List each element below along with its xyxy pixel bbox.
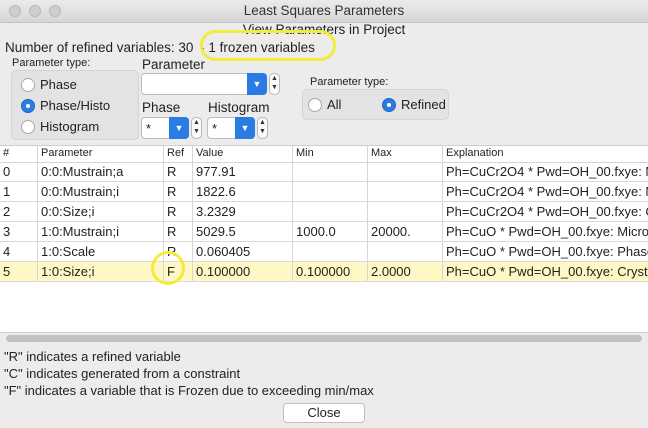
cell-parameter: 0:0:Size;i	[38, 202, 164, 221]
title-bar: Least Squares Parameters	[0, 0, 648, 23]
col-header-explanation[interactable]: Explanation	[443, 146, 648, 162]
cell-min[interactable]	[293, 182, 368, 201]
legend-refined: "R" indicates a refined variable	[4, 349, 181, 364]
chevron-down-icon[interactable]: ▼	[247, 73, 267, 95]
col-header-ref[interactable]: Ref	[164, 146, 193, 162]
cell-min[interactable]: 0.100000	[293, 262, 368, 281]
cell-ref: R	[164, 182, 193, 201]
parameter-stepper[interactable]: ▲ ▼	[269, 73, 280, 95]
radio-histogram-dot[interactable]	[21, 120, 35, 134]
refined-count-text: Number of refined variables: 30	[5, 40, 194, 55]
cell-index: 1	[0, 182, 38, 201]
cell-parameter: 1:0:Size;i	[38, 262, 164, 281]
cell-index: 3	[0, 222, 38, 241]
phase-select[interactable]: * ▼	[141, 117, 189, 139]
cell-min[interactable]	[293, 202, 368, 221]
frozen-highlight-annotation	[200, 30, 336, 61]
cell-value[interactable]: 3.2329	[193, 202, 293, 221]
histogram-select-value: *	[212, 121, 218, 136]
cell-max[interactable]	[368, 202, 443, 221]
legend-frozen: "F" indicates a variable that is Frozen …	[4, 383, 374, 398]
param-type-label: Parameter type:	[12, 57, 91, 69]
cell-explanation: Ph=CuO * Pwd=OH_00.fxye: Microstrain	[446, 224, 648, 239]
radio-all-label: All	[327, 97, 342, 112]
cell-value[interactable]: 0.100000	[193, 262, 293, 281]
param-type-right-group: All Refined	[302, 89, 449, 120]
radio-phase-dot[interactable]	[21, 78, 35, 92]
cell-parameter: 1:0:Scale	[38, 242, 164, 261]
radio-refined-label: Refined	[401, 97, 446, 112]
cell-value[interactable]: 977.91	[193, 162, 293, 181]
parameter-label: Parameter	[142, 57, 206, 72]
cell-min[interactable]	[293, 162, 368, 181]
radio-refined-dot[interactable]	[382, 98, 396, 112]
parameter-select[interactable]: ▼	[141, 73, 267, 95]
cell-max[interactable]: 20000.	[368, 222, 443, 241]
close-button[interactable]: Close	[283, 403, 365, 423]
col-header-min[interactable]: Min	[293, 146, 368, 162]
cell-value[interactable]: 0.060405	[193, 242, 293, 261]
phase-stepper[interactable]: ▲ ▼	[191, 117, 202, 139]
chevron-down-icon[interactable]: ▼	[235, 117, 255, 139]
col-header-index[interactable]: #	[0, 146, 38, 162]
cell-parameter: 0:0:Mustrain;a	[38, 162, 164, 181]
cell-parameter: 0:0:Mustrain;i	[38, 182, 164, 201]
radio-phase-histo-dot[interactable]	[21, 99, 35, 113]
ref-highlight-annotation	[151, 251, 185, 285]
table-row[interactable]: 4 1:0:Scale R 0.060405 Ph=CuO * Pwd=OH_0…	[0, 242, 648, 262]
horizontal-scrollbar[interactable]	[6, 335, 642, 342]
cell-min[interactable]	[293, 242, 368, 261]
cell-explanation: Ph=CuO * Pwd=OH_00.fxye: Phase fraction	[446, 244, 648, 259]
cell-ref: R	[164, 202, 193, 221]
radio-all-dot[interactable]	[308, 98, 322, 112]
param-type-right-label: Parameter type:	[310, 76, 389, 88]
cell-parameter: 1:0:Mustrain;i	[38, 222, 164, 241]
cell-explanation: Ph=CuO * Pwd=OH_00.fxye: Crystallite siz…	[446, 264, 648, 279]
histogram-label: Histogram	[208, 100, 270, 115]
table-row[interactable]: 2 0:0:Size;i R 3.2329 Ph=CuCr2O4 * Pwd=O…	[0, 202, 648, 222]
histogram-select[interactable]: * ▼	[207, 117, 255, 139]
phase-select-value: *	[146, 121, 152, 136]
cell-explanation: Ph=CuCr2O4 * Pwd=OH_00.fxye: Microstrain…	[446, 164, 648, 179]
table-row[interactable]: 0 0:0:Mustrain;a R 977.91 Ph=CuCr2O4 * P…	[0, 162, 648, 182]
histogram-stepper[interactable]: ▲ ▼	[257, 117, 268, 139]
table-row[interactable]: 3 1:0:Mustrain;i R 5029.5 1000.0 20000. …	[0, 222, 648, 242]
phase-label: Phase	[142, 100, 181, 115]
col-header-parameter[interactable]: Parameter	[38, 146, 164, 162]
table-row[interactable]: 1 0:0:Mustrain;i R 1822.6 Ph=CuCr2O4 * P…	[0, 182, 648, 202]
cell-value[interactable]: 5029.5	[193, 222, 293, 241]
col-header-value[interactable]: Value	[193, 146, 293, 162]
cell-min[interactable]: 1000.0	[293, 222, 368, 241]
legend-constraint: "C" indicates generated from a constrain…	[4, 366, 241, 381]
col-header-max[interactable]: Max	[368, 146, 443, 162]
radio-phase-histo-label: Phase/Histo	[40, 98, 111, 113]
radio-histogram-label: Histogram	[40, 119, 100, 134]
cell-ref: R	[164, 222, 193, 241]
cell-index: 2	[0, 202, 38, 221]
cell-value[interactable]: 1822.6	[193, 182, 293, 201]
table-row-frozen[interactable]: 5 1:0:Size;i F 0.100000 0.100000 2.0000 …	[0, 262, 648, 282]
cell-max[interactable]: 2.0000	[368, 262, 443, 281]
cell-max[interactable]	[368, 162, 443, 181]
cell-max[interactable]	[368, 242, 443, 261]
cell-max[interactable]	[368, 182, 443, 201]
cell-index: 5	[0, 262, 38, 281]
parameters-table: # Parameter Ref Value Min Max Explanatio…	[0, 145, 648, 333]
cell-explanation: Ph=CuCr2O4 * Pwd=OH_00.fxye: Microstrain…	[446, 184, 648, 199]
cell-index: 0	[0, 162, 38, 181]
cell-index: 4	[0, 242, 38, 261]
param-type-group: Phase Phase/Histo Histogram	[11, 70, 139, 140]
window-title: Least Squares Parameters	[243, 3, 405, 18]
radio-phase-label: Phase	[40, 77, 77, 92]
cell-ref: R	[164, 162, 193, 181]
cell-explanation: Ph=CuCr2O4 * Pwd=OH_00.fxye: Crystallite…	[446, 204, 648, 219]
chevron-down-icon[interactable]: ▼	[169, 117, 189, 139]
table-header: # Parameter Ref Value Min Max Explanatio…	[0, 146, 648, 163]
